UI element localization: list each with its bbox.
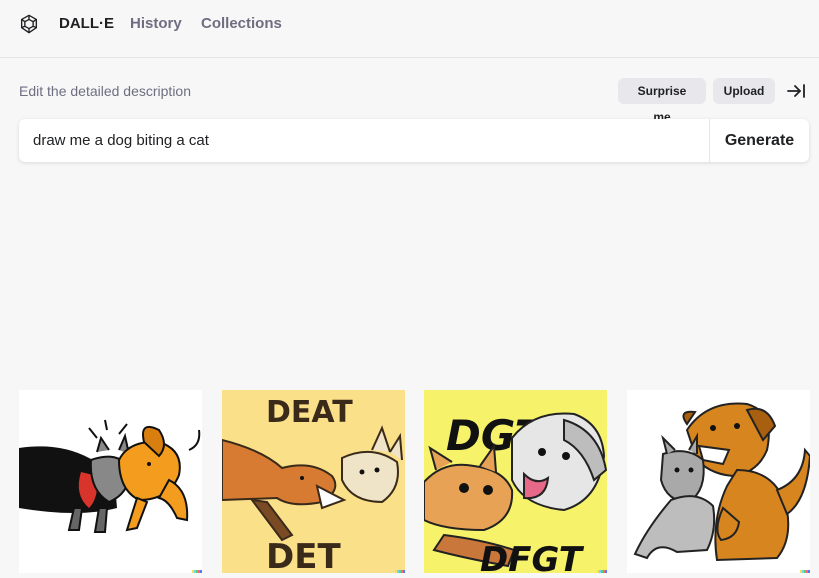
watermark-strip [800, 570, 810, 573]
watermark-strip [597, 570, 607, 573]
dog-cat-illustration-3: DGT DFGT [424, 411, 607, 573]
result-image-2[interactable]: DEAT DET [222, 390, 405, 573]
nav-dalle[interactable]: DALL·E [59, 15, 114, 33]
nav-collections[interactable]: Collections [201, 15, 282, 33]
upload-button[interactable]: Upload [713, 78, 775, 104]
prompt-input[interactable] [19, 119, 709, 162]
dog-cat-illustration-2: DEAT DET [222, 395, 403, 573]
nav-history[interactable]: History [130, 15, 182, 33]
dog-cat-illustration-4 [633, 402, 810, 562]
tile2-top-text: DEAT [266, 395, 353, 430]
generate-button[interactable]: Generate [710, 119, 809, 162]
prompt-label: Edit the detailed description [19, 83, 191, 99]
result-image-4[interactable] [627, 390, 810, 573]
prompt-bar: Generate [19, 119, 809, 162]
surprise-me-button[interactable]: Surprise me [618, 78, 706, 124]
collapse-panel-icon[interactable] [785, 80, 807, 102]
tile3-bottom-text: DFGT [480, 540, 585, 573]
result-image-1[interactable] [19, 390, 202, 573]
watermark-strip [395, 570, 405, 573]
result-image-3[interactable]: DGT DFGT [424, 390, 607, 573]
tile2-bottom-text: DET [266, 537, 341, 573]
watermark-strip [192, 570, 202, 573]
dog-cat-illustration-1 [19, 419, 201, 533]
top-nav-bar: DALL·E History Collections [0, 0, 819, 58]
openai-logo-icon[interactable] [18, 13, 40, 35]
